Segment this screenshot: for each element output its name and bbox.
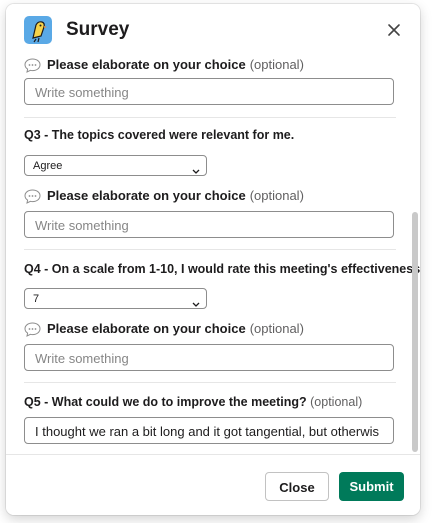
divider — [24, 249, 396, 250]
elaborate-text: Please elaborate on your choice — [47, 57, 246, 72]
speech-bubble-icon — [24, 57, 41, 73]
survey-form: Please elaborate on your choice (optiona… — [6, 56, 420, 454]
q5-answer-input[interactable]: I thought we ran a bit long and it got t… — [24, 417, 394, 444]
q5-question-text: Q5 - What could we do to improve the mee… — [24, 395, 307, 409]
q3-note-input[interactable]: Write something — [24, 211, 394, 238]
q3-question: Q3 - The topics covered were relevant fo… — [24, 128, 295, 142]
close-icon[interactable] — [382, 18, 406, 42]
modal-header: Survey — [6, 4, 420, 56]
bird-logo-icon — [24, 16, 52, 44]
divider — [24, 117, 396, 118]
q2-note-input[interactable]: Write something — [24, 78, 394, 105]
elaborate-text: Please elaborate on your choice — [47, 321, 246, 336]
divider — [24, 382, 396, 383]
optional-text: (optional) — [249, 57, 304, 72]
q4-selected-value: 7 — [33, 293, 40, 305]
q4-select[interactable]: 7 — [24, 288, 207, 309]
q2-elaborate-label: Please elaborate on your choice (optiona… — [24, 56, 304, 74]
q3-selected-value: Agree — [33, 160, 63, 172]
chevron-down-icon — [192, 295, 200, 315]
q4-question: Q4 - On a scale from 1-10, I would rate … — [24, 262, 420, 276]
chevron-down-icon — [192, 162, 200, 182]
q4-note-input[interactable]: Write something — [24, 344, 394, 371]
speech-bubble-icon — [24, 321, 41, 337]
survey-modal: Survey Please elaborate on your choice (… — [6, 4, 420, 515]
optional-text: (optional) — [249, 188, 304, 203]
submit-button[interactable]: Submit — [339, 472, 404, 501]
q3-select[interactable]: Agree — [24, 155, 207, 176]
modal-footer: Close Submit — [6, 454, 420, 515]
q3-elaborate-label: Please elaborate on your choice (optiona… — [24, 187, 304, 205]
q4-elaborate-label: Please elaborate on your choice (optiona… — [24, 320, 304, 338]
close-button[interactable]: Close — [265, 472, 329, 501]
speech-bubble-icon — [24, 188, 41, 204]
elaborate-text: Please elaborate on your choice — [47, 188, 246, 203]
q5-optional-text: (optional) — [310, 395, 363, 409]
scrollbar[interactable] — [412, 212, 418, 452]
optional-text: (optional) — [249, 321, 304, 336]
q5-question: Q5 - What could we do to improve the mee… — [24, 393, 362, 411]
modal-title: Survey — [66, 19, 130, 40]
